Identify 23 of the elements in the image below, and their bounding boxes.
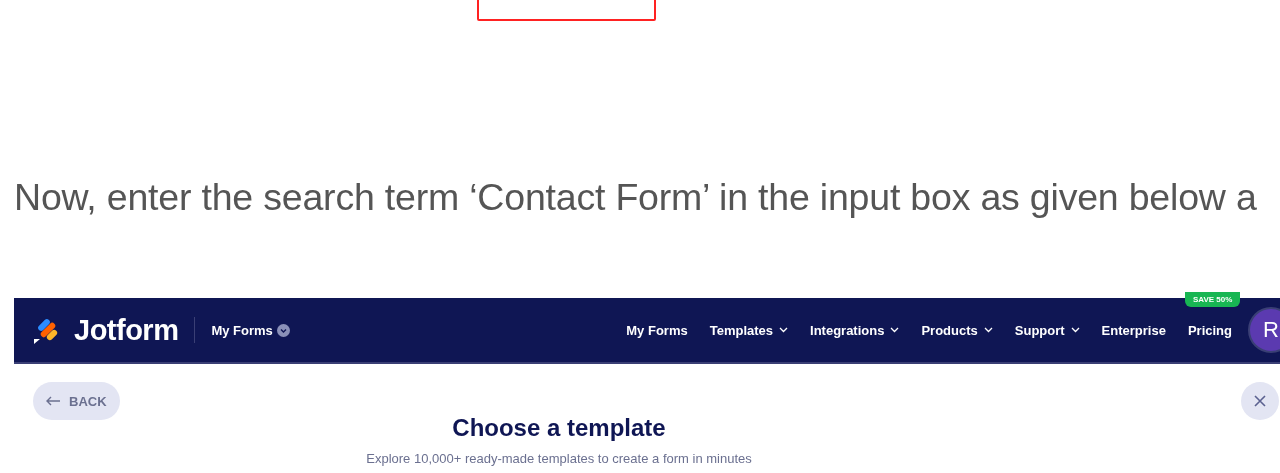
logo-text[interactable]: Jotform — [74, 313, 179, 347]
close-button[interactable] — [1241, 382, 1279, 420]
nav-link[interactable]: Support — [1014, 322, 1080, 338]
page-subtitle: Explore 10,000+ ready-made templates to create a form in minutes — [365, 451, 753, 466]
back-button[interactable]: BACK — [33, 382, 120, 420]
caret-icon — [276, 323, 290, 337]
nav-link[interactable]: My Forms — [626, 322, 688, 338]
nav-link[interactable]: Templates — [709, 322, 789, 338]
caret-icon — [890, 327, 900, 333]
discount-badge: SAVE 50% — [1184, 291, 1241, 307]
arrow-left-icon — [46, 396, 61, 406]
instruction-text: Now, enter the search term ‘Contact Form’ in the input box as given below a — [14, 176, 1258, 218]
pricing-link[interactable]: Pricing — [1187, 322, 1232, 338]
nav-link[interactable]: Integrations — [810, 322, 900, 338]
caret-icon — [983, 327, 993, 333]
caret-icon — [1070, 327, 1080, 333]
caret-icon — [779, 327, 789, 333]
nav-link[interactable]: Products — [921, 322, 993, 338]
close-icon — [1253, 394, 1267, 408]
workspace-dropdown[interactable]: My Forms — [211, 322, 290, 338]
page-title: Choose a template — [451, 414, 667, 442]
user-avatar[interactable]: R — [1248, 307, 1280, 353]
nav-link[interactable]: Enterprise — [1101, 322, 1166, 338]
